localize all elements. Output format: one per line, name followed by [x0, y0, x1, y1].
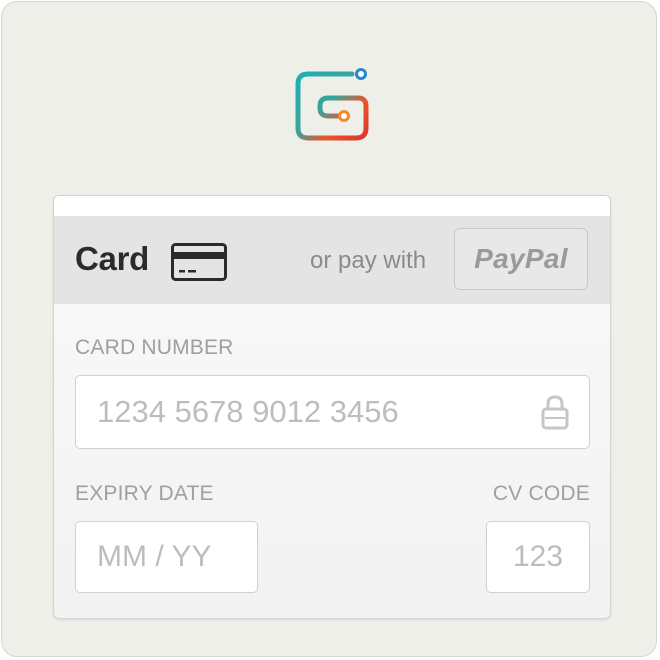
paypal-button[interactable]: PayPal: [454, 228, 588, 290]
cv-code-label: CV CODE: [492, 482, 590, 505]
card-number-input[interactable]: [76, 376, 589, 448]
card-number-field-box: [75, 375, 590, 449]
payment-card-panel: Card or pay with PayPal CARD NUMBER EXPI…: [53, 195, 611, 619]
credit-card-icon: [171, 243, 227, 281]
payment-method-bar: Card or pay with PayPal: [54, 216, 610, 304]
expiry-date-field-box: [75, 521, 258, 593]
expiry-date-label: EXPIRY DATE: [75, 482, 214, 505]
panel-top-strip: [54, 196, 610, 216]
checkout-frame: Card or pay with PayPal CARD NUMBER EXPI…: [1, 1, 657, 657]
tab-card[interactable]: Card: [75, 240, 149, 278]
lock-icon: [541, 395, 569, 430]
brand-logo-icon: [295, 68, 369, 141]
card-number-label: CARD NUMBER: [75, 336, 234, 359]
cv-code-input[interactable]: [487, 522, 589, 592]
expiry-date-input[interactable]: [76, 522, 257, 592]
or-pay-with-label: or pay with: [310, 247, 427, 274]
cv-code-field-box: [486, 521, 590, 593]
